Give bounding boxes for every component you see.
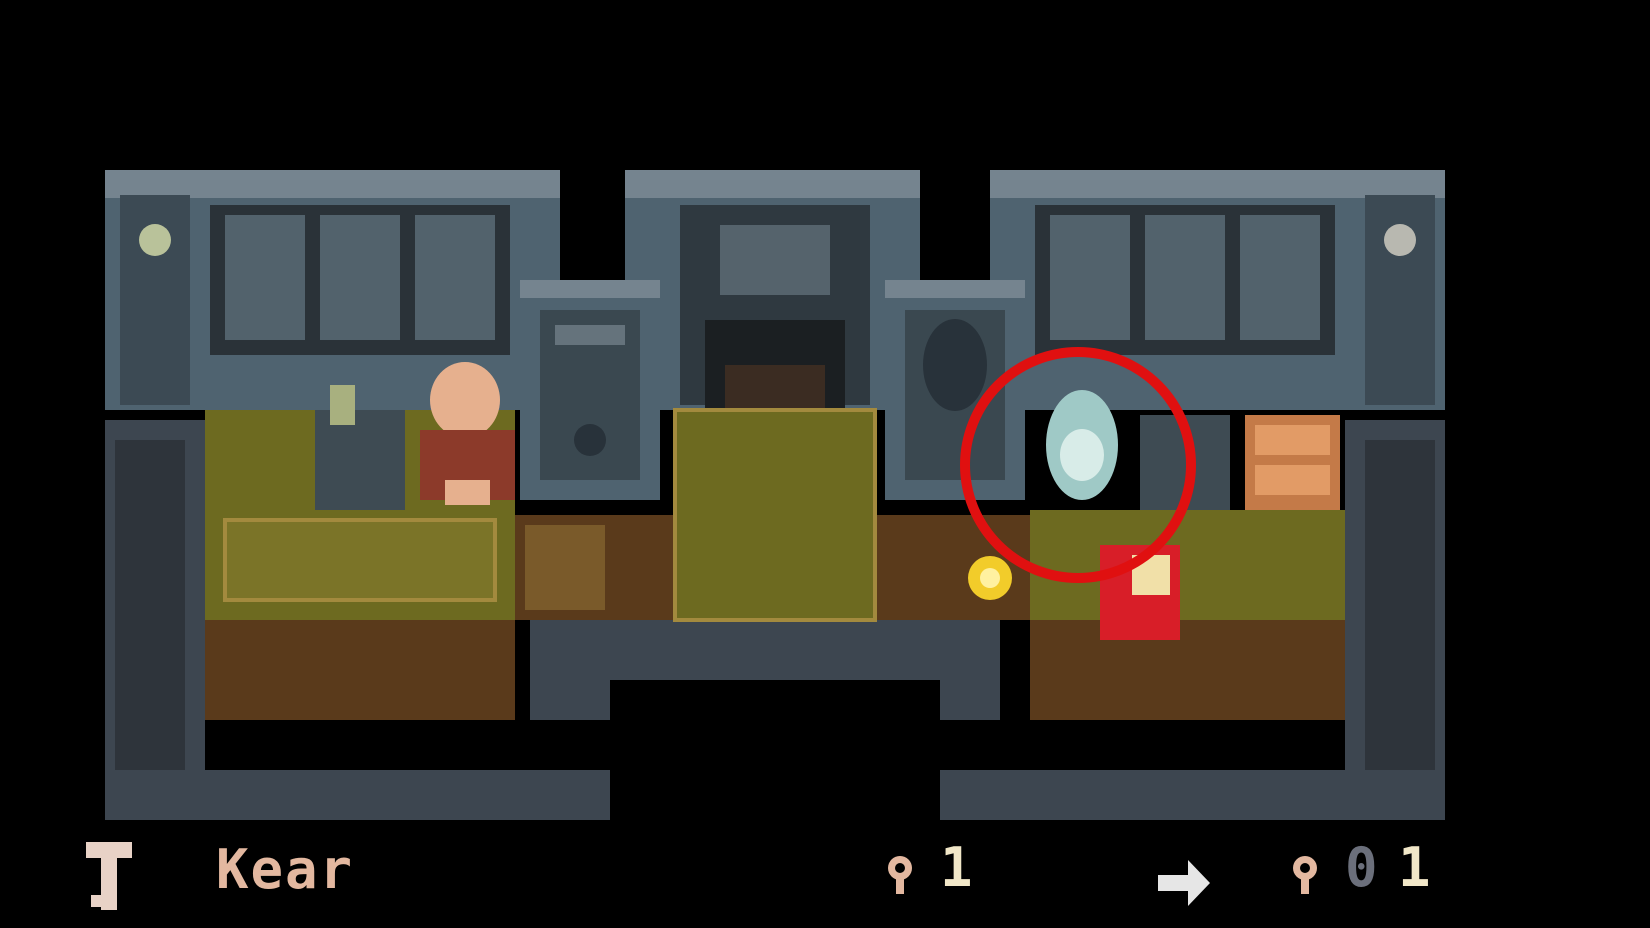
fireplace [680, 205, 870, 410]
bookshelf-right [1035, 205, 1335, 355]
floor-right [1030, 510, 1345, 720]
game-scene [0, 0, 1650, 928]
golden-item[interactable] [968, 556, 1012, 600]
bookshelf-left [210, 205, 510, 355]
total-key-lead-digit: 0 [1345, 836, 1380, 899]
held-item-name: Kear [216, 838, 355, 901]
total-key-count: 1 [1398, 836, 1433, 899]
ghost-npc[interactable] [1046, 390, 1118, 500]
cabinet-left [540, 310, 640, 480]
pillar-right [1365, 195, 1435, 405]
pillar-left [120, 195, 190, 405]
dresser [1245, 415, 1340, 510]
key-count: 1 [940, 836, 975, 899]
